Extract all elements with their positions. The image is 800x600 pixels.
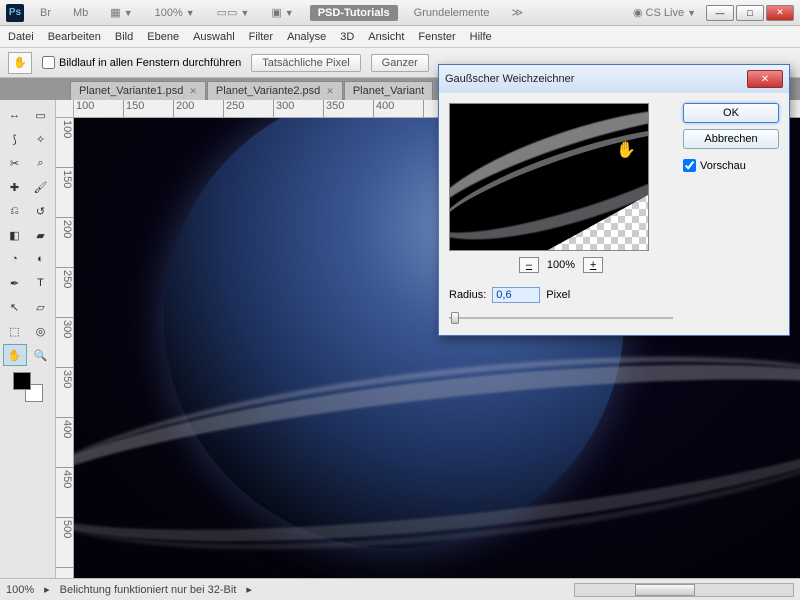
zoom-in-button[interactable]: + [583,257,603,273]
ok-button[interactable]: OK [683,103,779,123]
toolbox: ↔ ▭ ⟆ ✧ ✂ ⌕ ✚ 🖌 ⎌ ↺ ◧ ▰ ◔ ◐ ✒ T ↖ ▱ ⬚ ◎ … [0,100,56,578]
menu-hilfe[interactable]: Hilfe [470,31,492,43]
app-topbar: Ps Br Mb ▦ ▼ 100% ▼ ▭▭ ▼ ▣ ▼ PSD-Tutoria… [0,0,800,26]
workspace-grundelemente[interactable]: Grundelemente [408,6,496,20]
eraser-tool-icon[interactable]: ◧ [3,224,27,246]
scroll-all-input[interactable] [42,56,55,69]
cancel-button[interactable]: Abbrechen [683,129,779,149]
menubar: Datei Bearbeiten Bild Ebene Auswahl Filt… [0,26,800,48]
ps-logo-icon: Ps [6,4,24,22]
dialog-title: Gaußscher Weichzeichner [445,73,747,85]
statusbar: 100% ▸ Belichtung funktioniert nur bei 3… [0,578,800,600]
scroll-all-label: Bildlauf in allen Fenstern durchführen [59,57,241,69]
move-tool-icon[interactable]: ↔ [3,104,27,126]
history-brush-icon[interactable]: ↺ [29,200,53,222]
tab-variante2[interactable]: Planet_Variante2.psd✕ [207,81,343,100]
filter-preview[interactable]: ✋ [449,103,649,251]
dialog-close-button[interactable]: ✕ [747,70,783,88]
arrange-button[interactable]: ▭▭ ▼ [211,5,256,20]
cslive-button[interactable]: ◉ CS Live ▼ [627,5,702,20]
pen-tool-icon[interactable]: ✒ [3,272,27,294]
menu-filter[interactable]: Filter [249,31,273,43]
preview-checkbox-input[interactable] [683,159,696,172]
hand-tool-icon[interactable]: ✋ [3,344,27,366]
zoom-level[interactable]: 100% ▼ [149,6,201,20]
zoom-out-button[interactable]: – [519,257,539,273]
workspace-psdtutorials[interactable]: PSD-Tutorials [310,5,398,21]
preview-zoom-label: 100% [547,259,575,271]
3dcam-tool-icon[interactable]: ◎ [29,320,53,342]
ruler-corner [56,100,74,118]
fit-screen-button[interactable]: Ganzer [371,54,429,72]
scrollbar-thumb[interactable] [635,584,695,596]
tab-variante1[interactable]: Planet_Variante1.psd✕ [70,81,206,100]
wand-tool-icon[interactable]: ✧ [29,128,53,150]
status-message: Belichtung funktioniert nur bei 32-Bit [60,584,237,596]
crop-tool-icon[interactable]: ✂ [3,152,27,174]
menu-analyse[interactable]: Analyse [287,31,326,43]
menu-auswahl[interactable]: Auswahl [193,31,235,43]
actual-pixels-button[interactable]: Tatsächliche Pixel [251,54,360,72]
ruler-vertical: 100150200250300350400450500 [56,118,74,578]
brush-tool-icon[interactable]: 🖌 [29,176,53,198]
type-tool-icon[interactable]: T [29,272,53,294]
view-grid-button[interactable]: ▦ ▼ [104,5,138,20]
shape-tool-icon[interactable]: ▱ [29,296,53,318]
window-close[interactable]: ✕ [766,5,794,21]
close-icon[interactable]: ✕ [326,86,334,97]
status-zoom[interactable]: 100% [6,584,34,596]
zoom-tool-icon[interactable]: 🔍 [29,344,53,366]
screenmode-button[interactable]: ▣ ▼ [265,5,299,20]
lasso-tool-icon[interactable]: ⟆ [3,128,27,150]
window-minimize[interactable]: — [706,5,734,21]
menu-fenster[interactable]: Fenster [418,31,455,43]
dialog-titlebar[interactable]: Gaußscher Weichzeichner ✕ [439,65,789,93]
marquee-tool-icon[interactable]: ▭ [29,104,53,126]
preview-checkbox[interactable]: Vorschau [683,159,779,172]
more-workspaces[interactable]: ≫ [505,5,529,20]
gradient-tool-icon[interactable]: ▰ [29,224,53,246]
bridge-button[interactable]: Br [34,6,57,20]
menu-3d[interactable]: 3D [340,31,354,43]
stamp-tool-icon[interactable]: ⎌ [3,200,27,222]
slider-knob[interactable] [451,312,459,324]
radius-label: Radius: [449,289,486,301]
blur-tool-icon[interactable]: ◔ [3,248,27,270]
radius-input[interactable] [492,287,540,303]
dodge-tool-icon[interactable]: ◐ [29,248,53,270]
menu-bearbeiten[interactable]: Bearbeiten [48,31,101,43]
tab-variante3[interactable]: Planet_Variant [344,81,433,100]
hand-tool-icon[interactable]: ✋ [8,52,32,74]
path-select-icon[interactable]: ↖ [3,296,27,318]
minibridge-button[interactable]: Mb [67,6,94,20]
menu-datei[interactable]: Datei [8,31,34,43]
scroll-all-checkbox[interactable]: Bildlauf in allen Fenstern durchführen [42,56,241,69]
color-swatches[interactable] [13,372,43,402]
heal-tool-icon[interactable]: ✚ [3,176,27,198]
menu-ebene[interactable]: Ebene [147,31,179,43]
3d-tool-icon[interactable]: ⬚ [3,320,27,342]
radius-slider[interactable] [449,311,673,325]
gaussian-blur-dialog: Gaußscher Weichzeichner ✕ ✋ – 100% + Rad… [438,64,790,336]
window-maximize[interactable]: □ [736,5,764,21]
menu-ansicht[interactable]: Ansicht [368,31,404,43]
hand-cursor-icon: ✋ [616,140,636,160]
horizontal-scrollbar[interactable] [574,583,794,597]
menu-bild[interactable]: Bild [115,31,133,43]
radius-unit: Pixel [546,289,570,301]
eyedropper-tool-icon[interactable]: ⌕ [29,152,53,174]
preview-checkbox-label: Vorschau [700,160,746,172]
close-icon[interactable]: ✕ [189,86,197,97]
foreground-swatch[interactable] [13,372,31,390]
